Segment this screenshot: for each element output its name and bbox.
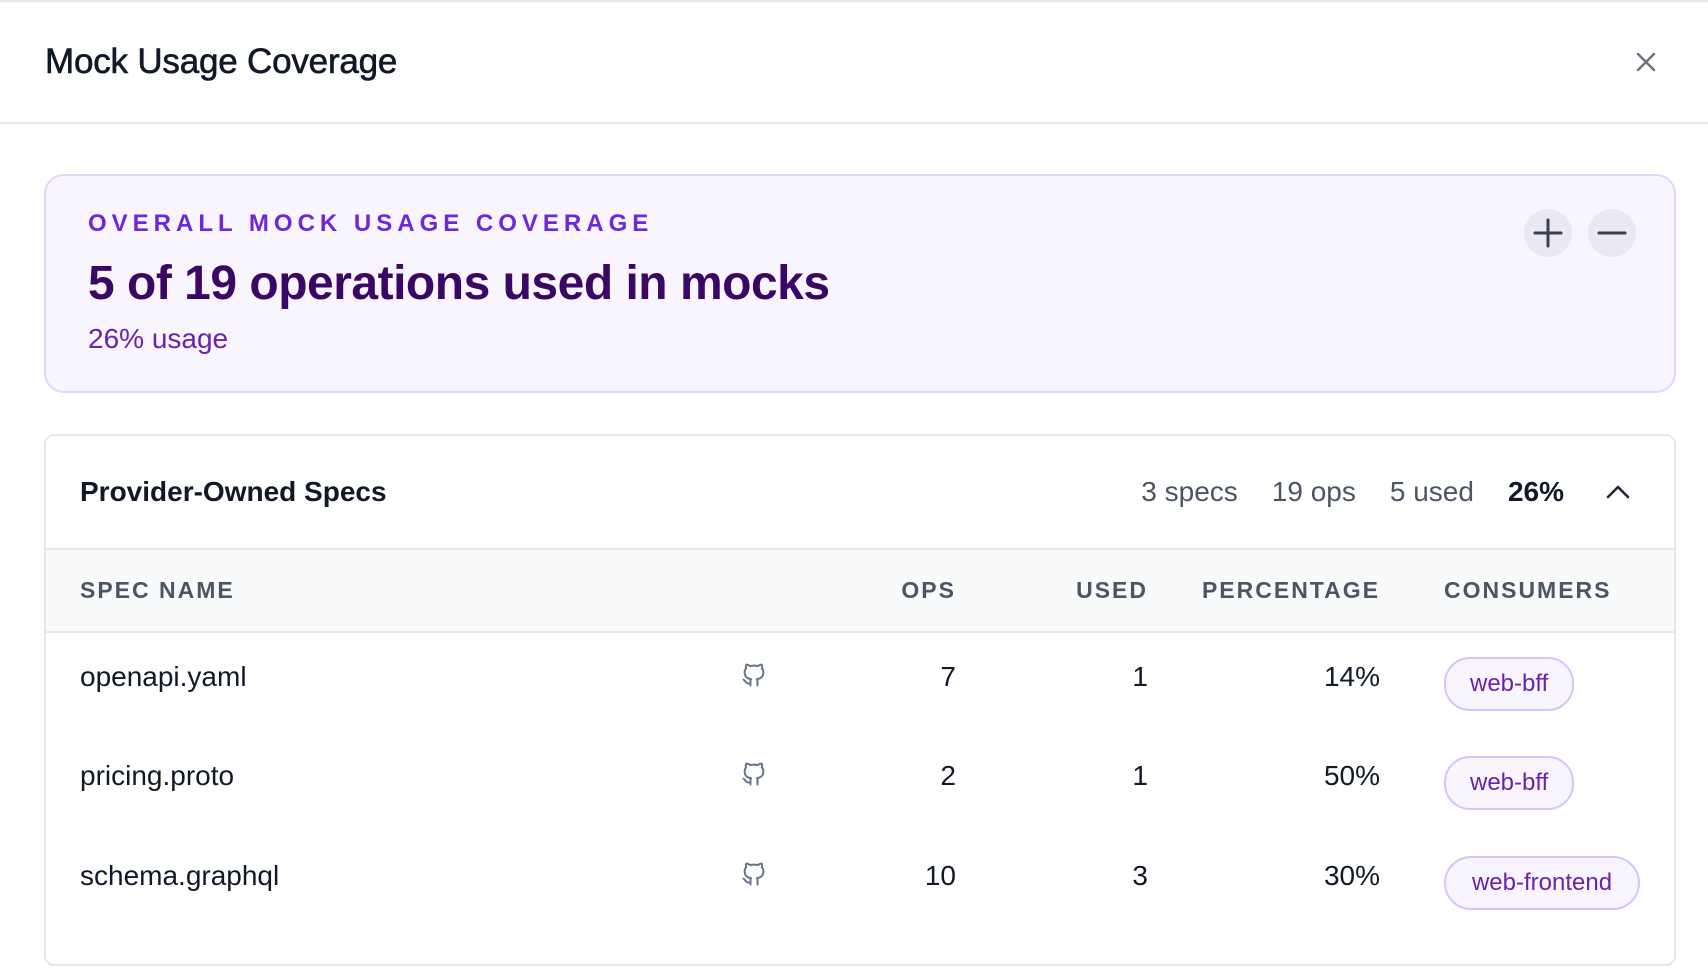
overall-coverage-headline: 5 of 19 operations used in mocks	[88, 257, 830, 310]
column-header-used[interactable]: USED	[956, 550, 1148, 632]
zoom-controls	[1524, 209, 1636, 257]
spec-name: openapi.yaml	[80, 661, 247, 692]
chevron-up-icon	[1606, 485, 1630, 499]
ops-value: 7	[940, 661, 956, 692]
used-value: 3	[1132, 860, 1148, 891]
spec-name: schema.graphql	[80, 860, 280, 891]
modal-title: Mock Usage Coverage	[45, 42, 398, 82]
table-row: schema.graphql 10 3 30% web-frontend	[46, 832, 1674, 952]
consumer-badge[interactable]: web-frontend	[1444, 856, 1640, 910]
close-icon	[1636, 52, 1656, 72]
plus-icon	[1533, 218, 1563, 248]
github-link[interactable]	[740, 661, 768, 696]
github-icon	[742, 762, 765, 786]
ops-value: 10	[924, 860, 956, 891]
github-link[interactable]	[740, 760, 768, 795]
column-header-ops[interactable]: OPS	[816, 550, 956, 632]
minus-icon	[1597, 231, 1627, 235]
overall-coverage-card: OVERALL MOCK USAGE COVERAGE 5 of 19 oper…	[44, 174, 1676, 393]
section-header[interactable]: Provider-Owned Specs 3 specs 19 ops 5 us…	[46, 436, 1674, 550]
used-value: 1	[1132, 760, 1148, 791]
specs-table: SPEC NAME OPS USED PERCENTAGE CONSUMERS …	[46, 550, 1674, 952]
close-button[interactable]	[1624, 40, 1668, 84]
consumer-badge[interactable]: web-bff	[1444, 756, 1575, 810]
section-title: Provider-Owned Specs	[80, 476, 387, 507]
ops-count: 19 ops	[1271, 476, 1356, 507]
column-header-consumers: CONSUMERS	[1444, 577, 1612, 603]
zoom-out-button[interactable]	[1588, 209, 1636, 257]
collapse-section-button[interactable]	[1598, 472, 1638, 512]
used-count: 5 used	[1389, 476, 1474, 507]
column-header-repo	[716, 550, 816, 632]
percentage-value: 30%	[1323, 860, 1380, 891]
column-header-spec-name[interactable]: SPEC NAME	[46, 550, 716, 632]
column-header-percentage[interactable]: PERCENTAGE	[1148, 550, 1380, 632]
provider-owned-specs-section: Provider-Owned Specs 3 specs 19 ops 5 us…	[44, 434, 1676, 966]
percentage-value: 50%	[1323, 760, 1380, 791]
specs-count: 3 specs	[1141, 476, 1238, 507]
zoom-in-button[interactable]	[1524, 209, 1572, 257]
table-header-row: SPEC NAME OPS USED PERCENTAGE CONSUMERS	[46, 550, 1674, 632]
github-link[interactable]	[740, 860, 768, 895]
consumer-badge[interactable]: web-bff	[1444, 657, 1575, 711]
overall-coverage-eyebrow: OVERALL MOCK USAGE COVERAGE	[88, 210, 654, 237]
overall-coverage-percentage: 26% usage	[88, 323, 229, 354]
modal-header: Mock Usage Coverage	[0, 2, 1708, 124]
used-value: 1	[1132, 661, 1148, 692]
percentage-value: 14%	[1323, 661, 1380, 692]
github-icon	[742, 663, 765, 687]
github-icon	[742, 862, 765, 886]
spec-name: pricing.proto	[80, 760, 235, 791]
ops-value: 2	[940, 760, 956, 791]
mock-usage-coverage-modal: Mock Usage Coverage OVERALL MOCK USAGE C…	[0, 0, 1708, 978]
section-percentage: 26%	[1507, 476, 1564, 507]
table-row: pricing.proto 2 1 50% web-bff	[46, 732, 1674, 832]
table-row: openapi.yaml 7 1 14% web-bff	[46, 632, 1674, 732]
